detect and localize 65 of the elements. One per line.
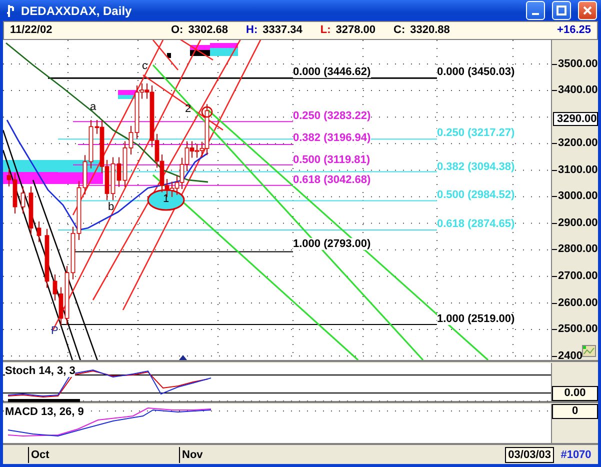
end-date: 03/03/03 <box>505 446 554 463</box>
baseline-bar <box>8 398 80 402</box>
price-label: 2700.00 <box>552 270 598 282</box>
wave-label: c <box>142 60 148 72</box>
quote-label: O: <box>171 24 184 36</box>
price-label: 3500.00 <box>552 58 598 70</box>
maximize-button[interactable] <box>552 1 571 20</box>
price-label: 2400 <box>552 350 582 362</box>
quote-label: L: <box>320 24 331 36</box>
month-label: Nov <box>179 446 203 463</box>
fib-level-label: 0.500 (2984.52) <box>437 188 515 201</box>
candlestick <box>20 186 26 214</box>
price-label: 2500.00 <box>552 323 598 336</box>
fib-level-label: 0.382 (3196.94) <box>293 132 371 144</box>
fib-level-label: 0.618 (2874.65) <box>437 218 515 230</box>
price-label: 3000.00 <box>552 190 598 202</box>
fib-level-label: 0.618 (3042.68) <box>293 174 371 186</box>
chart-icon[interactable] <box>582 344 596 357</box>
month-label: Oct <box>28 446 74 463</box>
indicator-label: MACD 13, 26, 9 <box>5 406 84 418</box>
candlestick <box>36 220 42 242</box>
candlestick <box>44 228 50 288</box>
quote-value: 3320.88 <box>410 24 450 36</box>
fib-level-label: 0.250 (3283.22) <box>293 110 371 122</box>
quote-label: H: <box>246 24 258 36</box>
price-label: 2900.00 <box>552 216 598 229</box>
quote-value: 3302.68 <box>188 24 228 36</box>
price-change: +16.25 <box>557 24 591 36</box>
minimize-icon <box>532 12 539 15</box>
fib-level-label: 0.250 (3217.27) <box>437 126 515 139</box>
price-label: 2600.00 <box>552 296 598 309</box>
fib-level-label: 1.000 (2519.00) <box>437 312 515 325</box>
price-label: 2800.00 <box>552 243 598 256</box>
indicator-label: Stoch 14, 3, 3 <box>5 364 76 377</box>
bar-count: #1070 <box>560 448 592 461</box>
ellipse-marker <box>147 188 185 210</box>
quote-value: 3337.34 <box>262 24 302 36</box>
fib-level-label: 1.000 (2793.00) <box>293 238 371 250</box>
fib-level-label: 0.382 (3094.38) <box>437 160 515 173</box>
scale-value: 0.00 <box>552 386 598 402</box>
price-label: 3100.00 <box>552 164 598 176</box>
circle-marker <box>201 106 213 118</box>
bar-date: 11/22/02 <box>10 24 54 36</box>
close-icon <box>582 5 593 16</box>
current-price-label: 3290.00 <box>553 112 598 126</box>
fib-level-label: 0.500 (3119.81) <box>293 154 370 166</box>
highlight-bar <box>167 52 171 58</box>
fib-level-label: 0.000 (3446.62) <box>293 66 371 78</box>
quote-label: C: <box>394 24 406 36</box>
price-label: 3400.00 <box>552 84 598 96</box>
app-icon <box>6 4 16 18</box>
quote-value: 3278.00 <box>336 24 376 36</box>
maximize-icon <box>556 5 567 16</box>
wave-label: P <box>51 324 58 337</box>
price-label: 3200.00 <box>552 137 598 150</box>
triangle-marker <box>179 354 187 360</box>
close-button[interactable] <box>578 1 597 20</box>
window-title: DEDAXXDAX, Daily <box>21 4 133 18</box>
minimize-button[interactable] <box>526 1 545 20</box>
scale-value: 0 <box>552 404 598 420</box>
wave-label: 1 <box>163 192 170 205</box>
wave-label: a <box>90 100 96 113</box>
fib-level-label: 0.000 (3450.03) <box>437 66 515 78</box>
candlestick <box>28 186 34 235</box>
wave-label: b <box>108 200 114 213</box>
